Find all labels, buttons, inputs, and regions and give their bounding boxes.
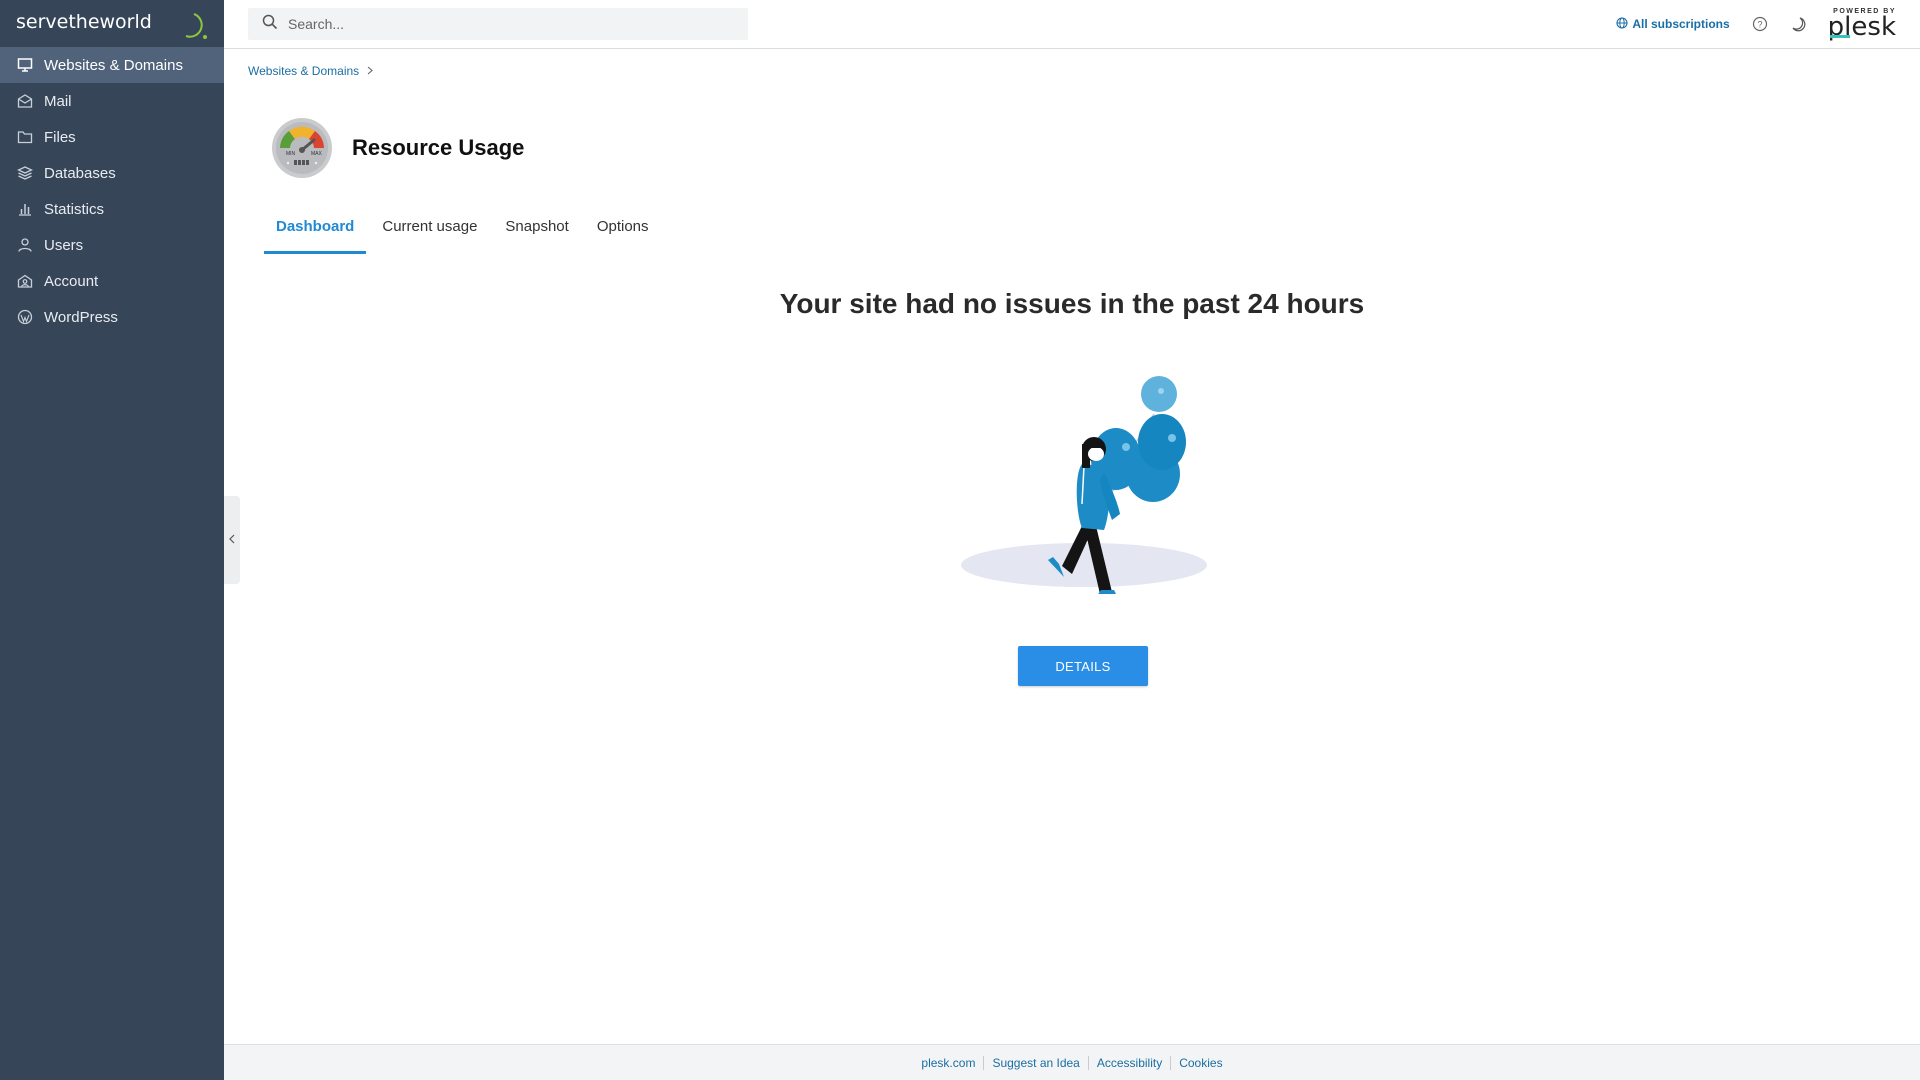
sidebar-item-statistics[interactable]: Statistics xyxy=(0,191,224,227)
folder-icon xyxy=(16,128,34,146)
top-header: All subscriptions ? POWERED BY plesk xyxy=(224,0,1920,49)
all-subscriptions-label: All subscriptions xyxy=(1632,17,1730,31)
svg-text:servetheworld: servetheworld xyxy=(16,11,152,33)
sidebar: servetheworld Websites & Domains Mail Fi… xyxy=(0,0,224,1080)
status-message: Your site had no issues in the past 24 h… xyxy=(779,288,1365,319)
monitor-icon xyxy=(16,56,34,74)
sidebar-item-databases[interactable]: Databases xyxy=(0,155,224,191)
globe-icon xyxy=(1616,16,1632,32)
brand-logo-graphic: servetheworld xyxy=(16,11,207,39)
wordpress-icon xyxy=(16,308,34,326)
resource-usage-gauge-icon: MIN MAX xyxy=(272,118,332,178)
sidebar-item-wordpress[interactable]: WordPress xyxy=(0,299,224,335)
sidebar-item-label: Statistics xyxy=(44,200,105,218)
sidebar-item-label: Mail xyxy=(44,92,72,110)
sidebar-item-label: Websites & Domains xyxy=(44,56,183,74)
details-button[interactable]: DETAILS xyxy=(1018,646,1148,686)
tab-bar: Dashboard Current usage Snapshot Options xyxy=(264,218,665,254)
sidebar-item-account[interactable]: Account xyxy=(0,263,224,299)
page-title: Resource Usage xyxy=(352,135,525,160)
sidebar-item-label: Files xyxy=(44,128,76,146)
breadcrumb: Websites & Domains xyxy=(248,64,373,78)
main-content: Websites & Domains MIN MAX Resource Usag… xyxy=(224,49,1920,1044)
footer: plesk.com Suggest an Idea Accessibility … xyxy=(224,1044,1920,1080)
chevron-right-icon xyxy=(367,64,373,78)
sidebar-item-websites-domains[interactable]: Websites & Domains xyxy=(0,47,224,83)
footer-link-plesk-com[interactable]: plesk.com xyxy=(913,1055,985,1070)
svg-text:MIN: MIN xyxy=(286,151,296,157)
search-box[interactable] xyxy=(248,8,748,40)
balloon-girl-illustration xyxy=(961,376,1207,594)
sidebar-item-label: WordPress xyxy=(44,308,118,326)
all-subscriptions-button[interactable]: All subscriptions xyxy=(1616,16,1730,32)
search-icon xyxy=(262,14,278,35)
sidebar-item-label: Databases xyxy=(44,164,116,182)
search-input[interactable] xyxy=(288,16,728,32)
header-actions: All subscriptions ? POWERED BY plesk xyxy=(1616,0,1896,48)
tab-dashboard[interactable]: Dashboard xyxy=(264,218,367,254)
mail-icon xyxy=(16,92,34,110)
account-icon xyxy=(16,272,34,290)
sidebar-item-users[interactable]: Users xyxy=(0,227,224,263)
footer-link-accessibility[interactable]: Accessibility xyxy=(1089,1055,1172,1070)
sidebar-item-mail[interactable]: Mail xyxy=(0,83,224,119)
svg-text:MAX: MAX xyxy=(311,151,323,157)
footer-link-cookies[interactable]: Cookies xyxy=(1171,1056,1230,1070)
breadcrumb-websites-domains[interactable]: Websites & Domains xyxy=(248,64,359,78)
powered-by-plesk[interactable]: POWERED BY plesk xyxy=(1828,8,1896,40)
tab-current-usage[interactable]: Current usage xyxy=(370,218,489,254)
user-icon xyxy=(16,236,34,254)
help-icon[interactable]: ? xyxy=(1752,16,1768,32)
database-icon xyxy=(16,164,34,182)
sidebar-item-label: Users xyxy=(44,236,84,254)
footer-link-suggest-idea[interactable]: Suggest an Idea xyxy=(984,1055,1089,1070)
moon-icon[interactable] xyxy=(1790,16,1806,32)
plesk-logo: plesk xyxy=(1827,12,1896,42)
tab-options[interactable]: Options xyxy=(585,218,661,254)
svg-text:?: ? xyxy=(1757,20,1762,30)
page-header: MIN MAX Resource Usage xyxy=(272,118,524,178)
brand-logo[interactable]: servetheworld xyxy=(0,0,224,47)
chart-icon xyxy=(16,200,34,218)
tab-snapshot[interactable]: Snapshot xyxy=(493,218,580,254)
sidebar-item-files[interactable]: Files xyxy=(0,119,224,155)
sidebar-item-label: Account xyxy=(44,272,99,290)
